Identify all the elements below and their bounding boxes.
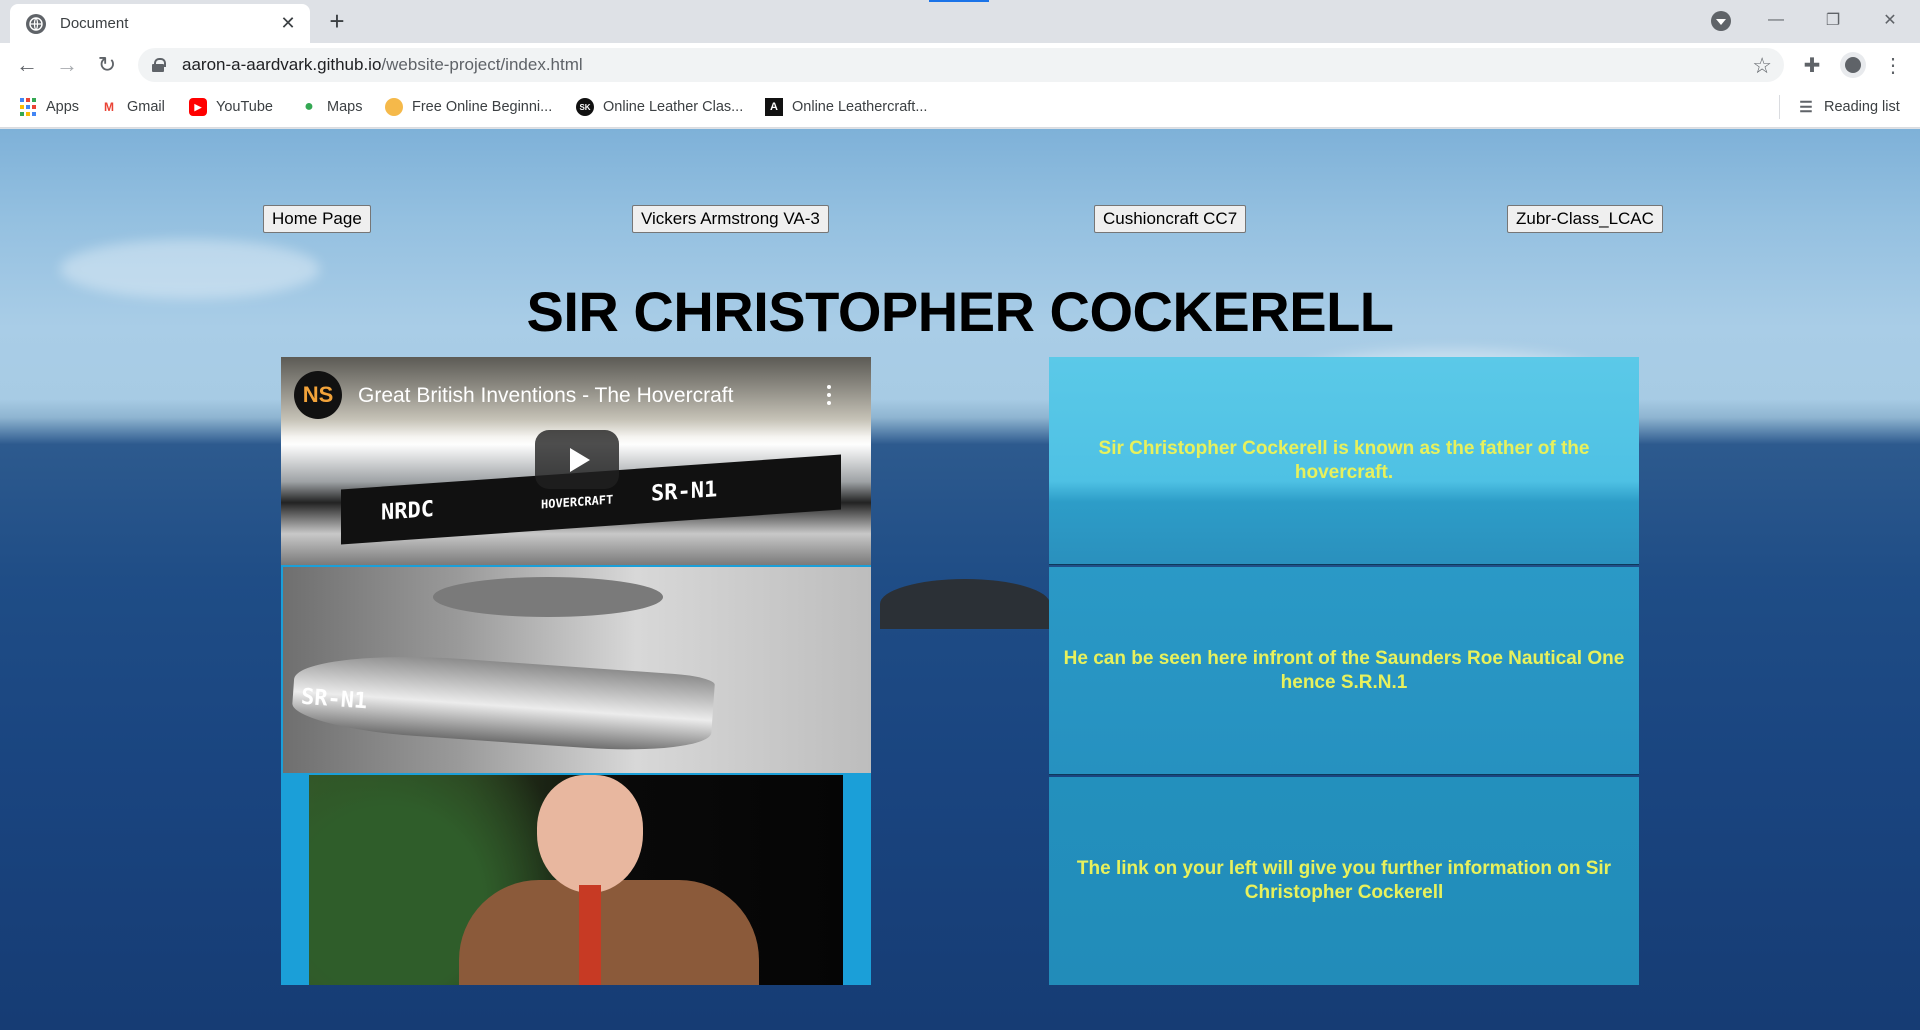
page-title: SIR CHRISTOPHER COCKERELL: [526, 280, 1394, 343]
forward-icon[interactable]: →: [53, 51, 81, 79]
url-path: /website-project/index.html: [381, 55, 583, 74]
video-hull-label: NRDC: [381, 496, 434, 526]
close-window-icon[interactable]: ✕: [1878, 8, 1902, 32]
apps-grid-icon: [19, 98, 37, 116]
nav-cushioncraft-button[interactable]: Cushioncraft CC7: [1094, 205, 1247, 233]
bookmarks-separator: [1779, 95, 1780, 119]
bookmark-youtube[interactable]: ▶ YouTube: [189, 96, 273, 118]
bookmarks-bar: Apps M Gmail ▶ YouTube ● Maps Free Onlin…: [0, 87, 1920, 128]
page-body: Home Page Vickers Armstrong VA-3 Cushion…: [0, 129, 1920, 1030]
portrait-coat: [459, 880, 759, 985]
tab-indicator: [929, 0, 989, 2]
bookmark-maps[interactable]: ● Maps: [300, 96, 362, 118]
cockerell-portrait[interactable]: [309, 775, 843, 985]
extensions-icon[interactable]: ✚: [1799, 52, 1825, 78]
srn1-duct: [433, 577, 663, 617]
media-column: NRDC HOVERCRAFT SR-N1 NS Great British I…: [281, 357, 871, 985]
info-text: Sir Christopher Cockerell is known as th…: [1049, 357, 1639, 565]
bookmark-favicon: A: [765, 98, 783, 116]
bookmark-favicon: [385, 98, 403, 116]
tab-strip: Document ✕ + — ❐ ✕: [0, 0, 1920, 43]
browser-tab[interactable]: Document ✕: [10, 4, 310, 43]
portrait-head: [537, 775, 643, 893]
bookmark-apps[interactable]: Apps: [19, 96, 79, 118]
srn1-photo: SR-N1: [283, 567, 871, 773]
url-host: aaron-a-aardvark.github.io: [182, 55, 382, 74]
bookmark-label: YouTube: [216, 99, 273, 115]
bookmark-label: Free Online Beginni...: [412, 99, 553, 115]
bookmark-star-icon[interactable]: ☆: [1752, 53, 1772, 79]
bookmark-leather-class[interactable]: SK Online Leather Clas...: [576, 96, 743, 118]
nav-zubr-button[interactable]: Zubr-Class_LCAC: [1507, 205, 1663, 233]
lock-icon[interactable]: [152, 58, 166, 72]
bookmark-label: Online Leathercraft...: [792, 99, 928, 115]
back-icon[interactable]: ←: [13, 51, 41, 79]
tab-title: Document: [60, 15, 129, 32]
profile-avatar-icon[interactable]: [1840, 52, 1866, 78]
youtube-embed[interactable]: NRDC HOVERCRAFT SR-N1 NS Great British I…: [281, 357, 871, 565]
youtube-icon: ▶: [189, 98, 207, 116]
srn1-hull-label: SR-N1: [300, 684, 369, 715]
nav-vickers-button[interactable]: Vickers Armstrong VA-3: [632, 205, 829, 233]
video-hull-label: HOVERCRAFT: [541, 492, 614, 512]
bookmark-label: Maps: [327, 99, 363, 115]
info-text: The link on your left will give you furt…: [1049, 777, 1639, 985]
info-column: Sir Christopher Cockerell is known as th…: [1049, 357, 1639, 985]
nav-home-button[interactable]: Home Page: [263, 205, 371, 233]
bookmark-free-online[interactable]: Free Online Beginni...: [385, 96, 552, 118]
info-text: He can be seen here infront of the Saund…: [1049, 567, 1639, 775]
whale-fin: [880, 579, 1050, 629]
reload-icon[interactable]: ↻: [93, 51, 121, 79]
play-icon[interactable]: [535, 430, 619, 489]
address-bar[interactable]: aaron-a-aardvark.github.io/website-proje…: [138, 48, 1784, 82]
bookmark-favicon: SK: [576, 98, 594, 116]
video-title[interactable]: Great British Inventions - The Hovercraf…: [358, 384, 733, 408]
reading-list-label: Reading list: [1824, 99, 1900, 115]
globe-icon: [26, 13, 46, 34]
portrait-tie: [579, 885, 601, 985]
bookmark-label: Apps: [46, 99, 80, 115]
bookmark-label: Online Leather Clas...: [603, 99, 744, 115]
maps-icon: ●: [304, 98, 314, 115]
gmail-icon: M: [104, 100, 114, 114]
close-tab-icon[interactable]: ✕: [278, 13, 298, 34]
minimize-icon[interactable]: —: [1764, 8, 1788, 32]
new-tab-icon[interactable]: +: [325, 8, 349, 34]
video-hull-label: SR-N1: [651, 477, 718, 507]
reading-list-icon: ☰: [1799, 99, 1813, 116]
bookmark-gmail[interactable]: M Gmail: [100, 96, 165, 118]
menu-icon[interactable]: ⋮: [1880, 52, 1906, 78]
more-icon[interactable]: [827, 385, 831, 405]
browser-toolbar: ← → ↻ aaron-a-aardvark.github.io/website…: [0, 43, 1920, 87]
tab-search-icon[interactable]: [1711, 11, 1731, 31]
reading-list[interactable]: ☰ Reading list: [1797, 96, 1900, 118]
bookmark-label: Gmail: [127, 99, 165, 115]
restore-icon[interactable]: ❐: [1821, 8, 1845, 32]
bookmark-leathercraft[interactable]: A Online Leathercraft...: [765, 96, 927, 118]
channel-logo[interactable]: NS: [294, 371, 342, 419]
